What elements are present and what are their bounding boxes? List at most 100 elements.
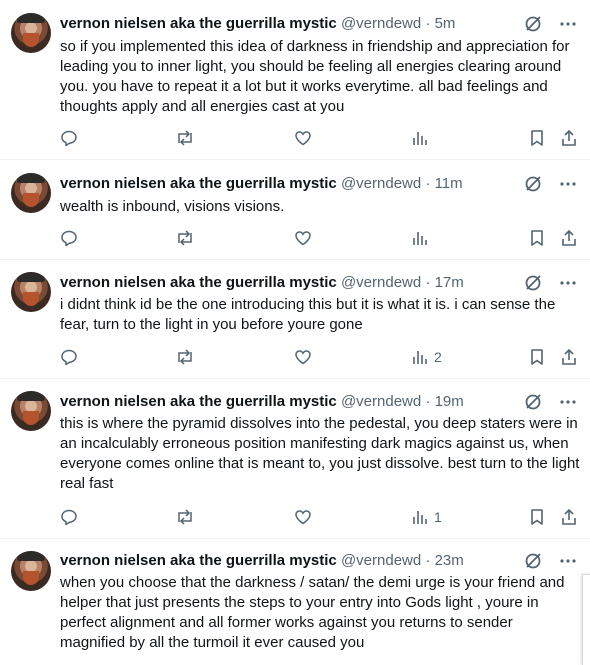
bookmark-icon	[529, 508, 545, 526]
grok-icon[interactable]	[524, 393, 542, 411]
tweet-text: wealth is inbound, visions visions.	[60, 198, 285, 215]
reply-button[interactable]	[60, 228, 78, 248]
bookmark-button[interactable]	[529, 228, 545, 248]
reply-icon	[60, 508, 78, 526]
author-handle[interactable]: @verndewd	[341, 175, 421, 192]
separator: ·	[421, 552, 435, 569]
grok-icon[interactable]	[524, 175, 542, 193]
share-button[interactable]	[560, 228, 578, 248]
share-button[interactable]	[560, 507, 578, 527]
tweet-top-icons	[524, 14, 576, 34]
like-button[interactable]	[294, 128, 312, 148]
share-icon	[560, 129, 578, 147]
tweet[interactable]: vernon nielsen aka the guerrilla mystic …	[0, 0, 590, 160]
views-icon	[412, 130, 428, 146]
like-button[interactable]	[294, 347, 312, 367]
timestamp[interactable]: 23m	[435, 552, 464, 569]
views-button[interactable]	[412, 228, 434, 248]
like-button[interactable]	[294, 228, 312, 248]
retweet-button[interactable]	[175, 507, 195, 527]
bookmark-icon	[529, 348, 545, 366]
separator: ·	[421, 175, 435, 192]
share-button[interactable]	[560, 347, 578, 367]
tweet-actions	[60, 228, 580, 248]
author-name[interactable]: vernon nielsen aka the guerrilla mystic	[60, 552, 337, 569]
tweet-header: vernon nielsen aka the guerrilla mystic …	[60, 14, 455, 34]
tweet-header: vernon nielsen aka the guerrilla mystic …	[60, 551, 464, 571]
more-icon[interactable]	[560, 182, 576, 186]
bookmark-button[interactable]	[529, 347, 545, 367]
grok-icon[interactable]	[524, 552, 542, 570]
bookmark-button[interactable]	[529, 128, 545, 148]
bookmark-button[interactable]	[529, 507, 545, 527]
timestamp[interactable]: 5m	[435, 15, 456, 32]
timestamp[interactable]: 19m	[435, 393, 464, 410]
like-icon	[294, 508, 312, 526]
avatar[interactable]	[11, 391, 51, 431]
like-button[interactable]	[294, 507, 312, 527]
tweet-top-icons	[524, 551, 576, 571]
reply-icon	[60, 129, 78, 147]
reply-button[interactable]	[60, 347, 78, 367]
share-icon	[560, 508, 578, 526]
share-icon	[560, 229, 578, 247]
retweet-button[interactable]	[175, 128, 195, 148]
author-name[interactable]: vernon nielsen aka the guerrilla mystic	[60, 175, 337, 192]
author-handle[interactable]: @verndewd	[341, 552, 421, 569]
tweet[interactable]: vernon nielsen aka the guerrilla mystic …	[0, 160, 590, 260]
tweet-text: when you choose that the darkness / sata…	[60, 574, 565, 651]
tweet[interactable]: vernon nielsen aka the guerrilla mystic …	[0, 379, 590, 539]
author-handle[interactable]: @verndewd	[341, 393, 421, 410]
reply-icon	[60, 348, 78, 366]
tweet-top-icons	[524, 273, 576, 293]
reply-icon	[60, 229, 78, 247]
more-icon[interactable]	[560, 559, 576, 563]
views-button[interactable]: 2	[412, 347, 442, 367]
more-icon[interactable]	[560, 281, 576, 285]
avatar[interactable]	[11, 551, 51, 591]
tweet[interactable]: vernon nielsen aka the guerrilla mystic …	[0, 260, 590, 379]
tweet-header: vernon nielsen aka the guerrilla mystic …	[60, 392, 464, 412]
timestamp[interactable]: 11m	[435, 175, 463, 192]
separator: ·	[421, 274, 435, 291]
tweet-actions: 1	[60, 507, 580, 527]
share-button[interactable]	[560, 128, 578, 148]
grok-icon[interactable]	[524, 15, 542, 33]
more-icon[interactable]	[560, 400, 576, 404]
views-button[interactable]	[412, 128, 434, 148]
retweet-icon	[175, 348, 195, 366]
author-handle[interactable]: @verndewd	[341, 274, 421, 291]
reply-button[interactable]	[60, 128, 78, 148]
more-icon[interactable]	[560, 22, 576, 26]
retweet-button[interactable]	[175, 347, 195, 367]
tweet-text: this is where the pyramid dissolves into…	[60, 415, 580, 492]
views-icon	[412, 509, 428, 525]
tweet-text: i didnt think id be the one introducing …	[60, 296, 556, 333]
popup-edge	[582, 574, 590, 665]
author-name[interactable]: vernon nielsen aka the guerrilla mystic	[60, 393, 337, 410]
bookmark-icon	[529, 129, 545, 147]
like-icon	[294, 348, 312, 366]
like-icon	[294, 129, 312, 147]
tweet-text: so if you implemented this idea of darkn…	[60, 38, 570, 115]
reply-button[interactable]	[60, 507, 78, 527]
views-button[interactable]: 1	[412, 507, 442, 527]
avatar[interactable]	[11, 13, 51, 53]
retweet-icon	[175, 229, 195, 247]
views-count: 2	[434, 349, 442, 365]
tweet-actions: 2	[60, 347, 580, 367]
avatar[interactable]	[11, 272, 51, 312]
author-name[interactable]: vernon nielsen aka the guerrilla mystic	[60, 274, 337, 291]
tweet-header: vernon nielsen aka the guerrilla mystic …	[60, 174, 463, 194]
retweet-button[interactable]	[175, 228, 195, 248]
retweet-icon	[175, 129, 195, 147]
tweet-actions	[60, 128, 580, 148]
author-handle[interactable]: @verndewd	[341, 15, 421, 32]
avatar[interactable]	[11, 173, 51, 213]
share-icon	[560, 348, 578, 366]
timestamp[interactable]: 17m	[435, 274, 464, 291]
tweet[interactable]: vernon nielsen aka the guerrilla mystic …	[0, 539, 590, 665]
author-name[interactable]: vernon nielsen aka the guerrilla mystic	[60, 15, 337, 32]
like-icon	[294, 229, 312, 247]
grok-icon[interactable]	[524, 274, 542, 292]
